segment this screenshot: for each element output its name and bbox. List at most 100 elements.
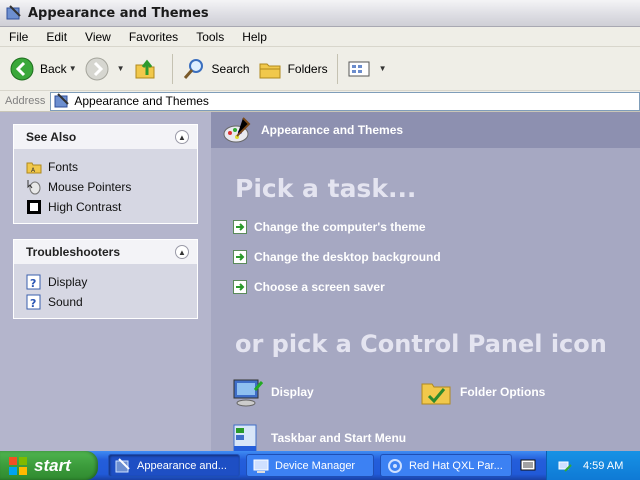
browser-icon (388, 458, 402, 473)
cp-icon-label: Taskbar and Start Menu (271, 431, 407, 445)
collapse-chevron-icon[interactable]: ▲ (175, 245, 189, 259)
fonts-folder-icon: A (26, 162, 42, 174)
main-header-title: Appearance and Themes (261, 123, 404, 137)
link-sound-troubleshooter[interactable]: ? Sound (26, 292, 197, 312)
high-contrast-icon (27, 200, 41, 214)
task-screen-saver[interactable]: Choose a screen saver (233, 280, 385, 294)
menu-bar: File Edit View Favorites Tools Help (0, 27, 640, 47)
svg-text:?: ? (30, 277, 36, 290)
help-icon: ? (26, 294, 41, 310)
collapse-chevron-icon[interactable]: ▲ (175, 130, 189, 144)
taskbar-button-red-hat-qxl[interactable]: Red Hat QXL Par... (380, 454, 512, 477)
cp-icon-label: Display (271, 385, 314, 399)
green-arrow-icon (233, 250, 247, 264)
task-change-background[interactable]: Change the desktop background (233, 250, 441, 264)
up-folder-icon (135, 59, 155, 78)
menu-tools[interactable]: Tools (187, 30, 233, 44)
back-label: Back (40, 61, 67, 76)
link-high-contrast[interactable]: High Contrast (26, 197, 197, 217)
task-change-theme[interactable]: Change the computer's theme (233, 220, 426, 234)
start-button[interactable]: start (0, 451, 98, 480)
folder-app-icon (115, 457, 130, 472)
troubleshooters-header[interactable]: Troubleshooters ▲ (14, 240, 197, 264)
display-icon (233, 379, 263, 407)
menu-edit[interactable]: Edit (37, 30, 76, 44)
link-label: Mouse Pointers (48, 180, 132, 194)
toolbar: Back ▼ ▼ Search Folders ▼ (0, 47, 640, 91)
address-field[interactable]: Appearance and Themes (50, 91, 640, 111)
menu-view[interactable]: View (76, 30, 120, 44)
keyboard-icon[interactable] (520, 458, 536, 472)
link-label: High Contrast (48, 200, 122, 214)
troubleshooters-box: Troubleshooters ▲ ? Display ? Sound (13, 239, 198, 319)
green-arrow-icon (233, 220, 247, 234)
see-also-box: See Also ▲ A Fonts Mouse Pointers High C… (13, 124, 198, 224)
folders-icon (259, 63, 281, 78)
see-also-header[interactable]: See Also ▲ (14, 125, 197, 149)
main-header: Appearance and Themes (211, 112, 640, 148)
link-fonts[interactable]: A Fonts (26, 157, 197, 177)
taskbar-button-label: Red Hat QXL Par... (409, 459, 503, 472)
start-label: start (34, 455, 71, 475)
mouse-icon (27, 180, 41, 195)
search-icon (183, 58, 203, 79)
cp-icon-taskbar-start-menu[interactable]: Taskbar and Start Menu (231, 422, 406, 454)
cp-icon-folder-options[interactable]: Folder Options (420, 376, 545, 408)
search-label: Search (211, 61, 250, 76)
back-button[interactable]: Back ▼ (6, 52, 81, 86)
folders-label: Folders (287, 61, 328, 76)
cp-icon-display[interactable]: Display (231, 376, 314, 408)
see-also-title: See Also (26, 130, 77, 144)
taskbar-start-menu-icon (233, 424, 257, 452)
task-label: Change the computer's theme (254, 220, 426, 234)
address-value: Appearance and Themes (74, 94, 209, 108)
views-icon (348, 61, 370, 76)
address-bar: Address Appearance and Themes (0, 91, 640, 112)
taskbar-button-label: Appearance and... (137, 459, 227, 472)
green-arrow-icon (233, 280, 247, 294)
task-label: Change the desktop background (254, 250, 441, 264)
pick-task-heading: Pick a task... (235, 174, 417, 203)
views-dropdown-icon[interactable]: ▼ (379, 64, 387, 73)
toolbar-separator (171, 53, 173, 84)
folder-options-icon (421, 383, 451, 405)
left-task-pane: See Also ▲ A Fonts Mouse Pointers High C… (0, 112, 211, 451)
main-content: Appearance and Themes Pick a task... Cha… (211, 112, 640, 454)
address-label: Address (5, 95, 46, 107)
system-tray: 4:59 AM (546, 451, 640, 480)
pick-icon-heading: or pick a Control Panel icon (235, 330, 607, 358)
device-manager-icon (253, 459, 269, 473)
forward-button[interactable]: ▼ (81, 52, 129, 86)
title-bar[interactable]: Appearance and Themes (0, 0, 640, 27)
windows-logo-icon (9, 456, 27, 475)
appearance-themes-icon (223, 117, 251, 143)
forward-arrow-icon (85, 57, 109, 80)
forward-dropdown-icon[interactable]: ▼ (117, 64, 125, 73)
troubleshooters-title: Troubleshooters (26, 245, 121, 259)
folder-app-icon (6, 5, 21, 20)
toolbar-separator (336, 53, 338, 84)
views-button[interactable]: ▼ (343, 52, 391, 86)
folders-button[interactable]: Folders (254, 52, 332, 86)
menu-favorites[interactable]: Favorites (120, 30, 187, 44)
menu-help[interactable]: Help (233, 30, 276, 44)
task-label: Choose a screen saver (254, 280, 385, 294)
back-arrow-icon (10, 57, 34, 80)
network-tray-icon[interactable] (557, 458, 573, 474)
link-label: Fonts (48, 160, 79, 174)
taskbar-button-device-manager[interactable]: Device Manager (246, 454, 374, 477)
back-dropdown-icon[interactable]: ▼ (69, 64, 77, 73)
menu-file[interactable]: File (0, 30, 37, 44)
taskbar-button-label: Device Manager (275, 459, 356, 472)
search-button[interactable]: Search (178, 52, 254, 86)
link-display-troubleshooter[interactable]: ? Display (26, 272, 197, 292)
taskbar: start Appearance and... Device Manager R… (0, 451, 640, 480)
link-label: Display (48, 275, 88, 289)
window-title: Appearance and Themes (28, 5, 209, 21)
cp-icon-label: Folder Options (460, 385, 546, 399)
up-folder-button[interactable] (129, 52, 167, 86)
clock[interactable]: 4:59 AM (583, 460, 623, 472)
link-mouse-pointers[interactable]: Mouse Pointers (26, 177, 197, 197)
help-icon: ? (26, 274, 41, 290)
taskbar-button-appearance[interactable]: Appearance and... (108, 454, 240, 477)
